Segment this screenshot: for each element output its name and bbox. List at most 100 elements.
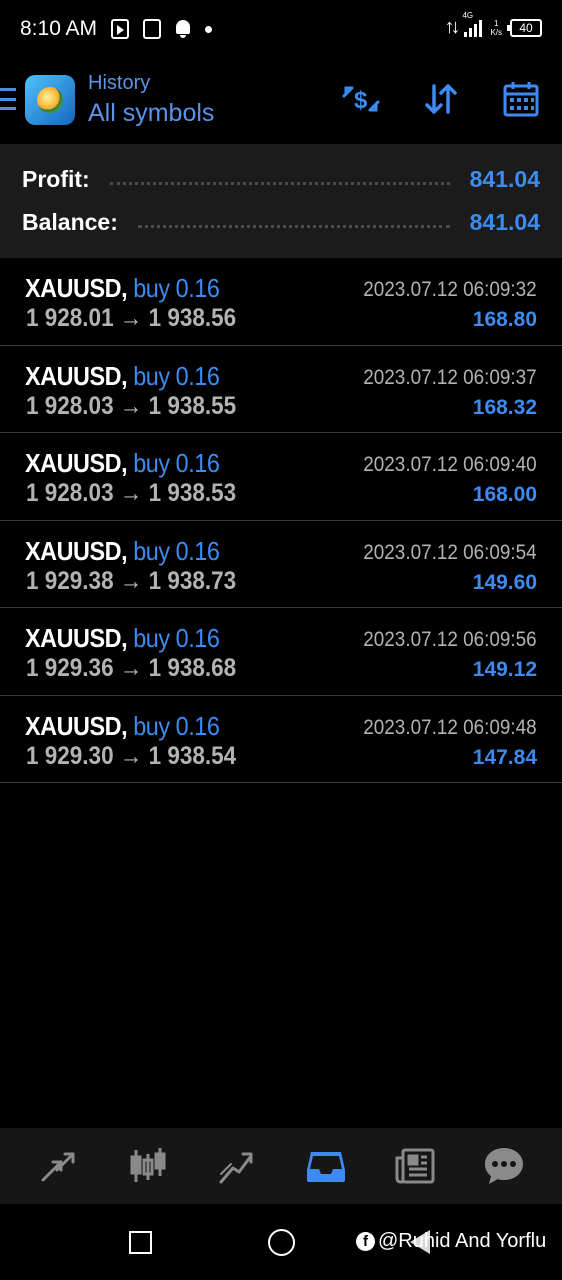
deal-profit: 149.60: [472, 570, 537, 594]
network-speed: 1 K/s: [490, 19, 502, 37]
deal-symbol-line: XAUUSD, buy 0.16: [25, 448, 220, 479]
network-type-label: 4G: [462, 10, 474, 20]
deal-side: buy 0.16: [133, 535, 220, 566]
recents-button-icon[interactable]: [129, 1231, 152, 1254]
deal-row[interactable]: XAUUSD, buy 0.16 1 928.03 → 1 938.55 202…: [0, 346, 562, 433]
deal-symbol: XAUUSD,: [25, 360, 128, 391]
app-logo: [25, 75, 75, 125]
deal-open-price: 1 928.03: [26, 391, 114, 420]
profit-value: 841.04: [469, 165, 540, 192]
deal-close-price: 1 938.68: [148, 654, 237, 682]
system-navigation-bar: f @Ruhid And Yorflu: [0, 1204, 562, 1280]
chart-icon[interactable]: [126, 1144, 170, 1188]
status-system-icons: ↑↓ 4G 1 K/s 40: [444, 11, 542, 39]
media-notification-icon: [111, 19, 130, 39]
deal-time: 2023.07.12 06:09:32: [363, 278, 537, 301]
deal-symbol-line: XAUUSD, buy 0.16: [25, 710, 220, 742]
deal-time: 2023.07.12 06:09:56: [363, 628, 537, 651]
deal-close-price: 1 938.53: [148, 479, 237, 507]
deal-time: 2023.07.12 06:09:48: [363, 715, 537, 739]
deal-side: buy 0.16: [133, 623, 220, 653]
deal-side: buy 0.16: [133, 710, 220, 741]
deals-list: XAUUSD, buy 0.16 1 928.01 → 1 938.56 202…: [0, 258, 562, 783]
page-title: All symbols: [88, 99, 215, 127]
deal-profit: 147.84: [472, 745, 537, 769]
calendar-icon[interactable]: [502, 80, 540, 118]
app-notification-icon: [143, 19, 162, 39]
deal-close-price: 1 938.55: [148, 391, 237, 420]
deal-time: 2023.07.12 06:09:37: [363, 365, 537, 389]
trade-icon[interactable]: [215, 1144, 259, 1188]
deal-symbol-line: XAUUSD, buy 0.16: [25, 535, 220, 567]
deal-side: buy 0.16: [133, 273, 220, 303]
facebook-logo-icon: f: [356, 1232, 375, 1251]
menu-icon[interactable]: [0, 88, 16, 110]
deal-profit: 168.80: [472, 308, 537, 331]
sort-arrows-icon[interactable]: [422, 80, 460, 118]
price-arrow-icon: →: [119, 654, 143, 682]
profit-label: Profit:: [22, 165, 90, 192]
balance-row: Balance: 841.04: [22, 204, 540, 240]
deal-symbol-line: XAUUSD, buy 0.16: [25, 623, 220, 654]
messages-icon[interactable]: [482, 1144, 526, 1188]
header-actions: $: [342, 80, 540, 118]
deal-close-price: 1 938.56: [148, 304, 237, 332]
deal-prices: 1 928.03 → 1 938.53: [26, 479, 236, 508]
status-notification-icons: [111, 19, 213, 39]
deal-prices: 1 929.30 → 1 938.54: [26, 742, 236, 771]
profit-row: Profit: 841.04: [22, 161, 540, 197]
price-arrow-icon: →: [119, 741, 143, 770]
dollar-exchange-icon[interactable]: $: [342, 80, 380, 118]
deal-open-price: 1 928.01: [26, 304, 114, 332]
history-icon[interactable]: [304, 1144, 348, 1188]
price-arrow-icon: →: [119, 304, 143, 332]
leader-dots: [137, 224, 450, 228]
deal-prices: 1 929.36 → 1 938.68: [26, 654, 236, 683]
deal-profit: 168.32: [472, 395, 537, 419]
data-activity-icon: ↑↓: [444, 16, 460, 38]
deal-close-price: 1 938.73: [148, 566, 237, 595]
price-arrow-icon: →: [119, 479, 143, 507]
watermark-text: @Ruhid And Yorflu: [378, 1230, 547, 1252]
app-header: History All symbols $: [0, 58, 562, 144]
deal-prices: 1 928.03 → 1 938.55: [26, 392, 236, 421]
bell-icon: [175, 20, 191, 38]
deal-profit: 149.12: [472, 658, 537, 681]
quotes-icon[interactable]: [37, 1144, 81, 1188]
deal-row[interactable]: XAUUSD, buy 0.16 1 928.01 → 1 938.56 202…: [0, 258, 562, 346]
deal-open-price: 1 929.36: [26, 654, 114, 682]
status-time: 8:10 AM: [20, 17, 98, 40]
deal-time: 2023.07.12 06:09:40: [363, 453, 537, 476]
deal-symbol: XAUUSD,: [25, 448, 128, 478]
network-speed-unit: K/s: [490, 27, 502, 37]
deal-symbol: XAUUSD,: [25, 710, 128, 741]
deal-symbol: XAUUSD,: [25, 535, 128, 566]
bottom-navigation: [0, 1128, 562, 1204]
price-arrow-icon: →: [119, 391, 143, 420]
deal-row[interactable]: XAUUSD, buy 0.16 1 929.38 → 1 938.73 202…: [0, 521, 562, 608]
home-button-icon[interactable]: [268, 1229, 295, 1256]
account-summary: Profit: 841.04 Balance: 841.04: [0, 144, 562, 258]
svg-text:$: $: [354, 87, 368, 114]
deal-row[interactable]: XAUUSD, buy 0.16 1 929.36 → 1 938.68 202…: [0, 608, 562, 696]
header-titles[interactable]: History All symbols: [88, 70, 214, 130]
deal-profit: 168.00: [472, 483, 537, 506]
battery-icon: 40: [507, 18, 542, 37]
deal-row[interactable]: XAUUSD, buy 0.16 1 928.03 → 1 938.53 202…: [0, 433, 562, 521]
deal-open-price: 1 929.38: [26, 566, 114, 595]
signal-icon: 4G: [462, 11, 483, 37]
deal-close-price: 1 938.54: [148, 741, 237, 770]
deal-time: 2023.07.12 06:09:54: [363, 540, 537, 564]
news-icon[interactable]: [393, 1144, 437, 1188]
deal-symbol-line: XAUUSD, buy 0.16: [25, 273, 220, 304]
deal-side: buy 0.16: [133, 360, 220, 391]
deal-prices: 1 929.38 → 1 938.73: [26, 567, 236, 596]
deal-open-price: 1 928.03: [26, 479, 114, 507]
page-subtitle: History: [88, 72, 151, 94]
status-bar: 8:10 AM ↑↓ 4G 1 K/s 40: [0, 0, 562, 58]
deal-symbol-line: XAUUSD, buy 0.16: [25, 360, 220, 392]
deal-row[interactable]: XAUUSD, buy 0.16 1 929.30 → 1 938.54 202…: [0, 696, 562, 783]
deal-symbol: XAUUSD,: [25, 623, 128, 653]
deal-symbol: XAUUSD,: [25, 273, 128, 303]
network-speed-value: 1: [493, 18, 499, 28]
